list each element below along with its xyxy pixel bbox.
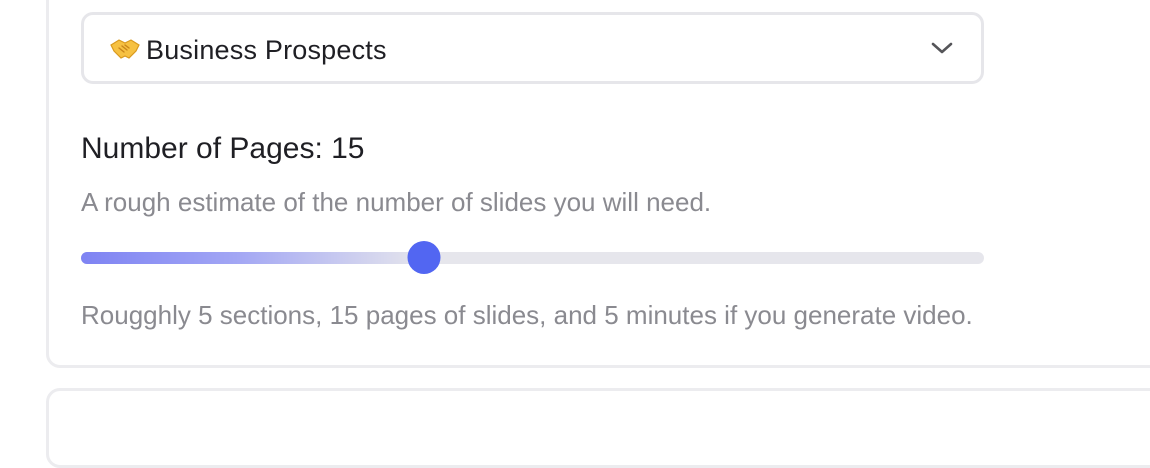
next-card	[46, 388, 1150, 468]
pages-summary: Rougghly 5 sections, 15 pages of slides,…	[81, 300, 973, 330]
pages-description: A rough estimate of the number of slides…	[81, 187, 712, 217]
pages-title: Number of Pages: 15	[81, 132, 365, 165]
chevron-down-icon[interactable]	[930, 39, 954, 57]
presentation-type-select[interactable]: Business Prospects	[81, 12, 984, 84]
slider-fill	[81, 252, 424, 264]
pages-slider[interactable]	[81, 240, 984, 276]
handshake-icon	[110, 37, 140, 61]
select-value: Business Prospects	[146, 35, 387, 65]
slider-thumb[interactable]	[407, 241, 441, 274]
